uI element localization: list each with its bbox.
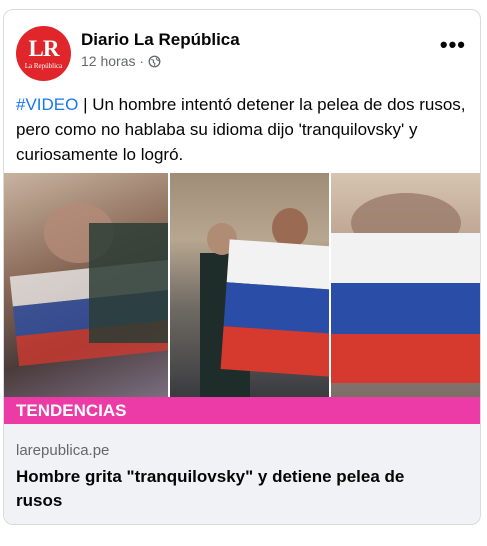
thumbnail-frame-1 — [4, 173, 169, 397]
post-meta: 12 horas · — [81, 53, 161, 69]
tendencias-badge: TENDENCIAS — [4, 397, 480, 424]
page-avatar[interactable]: LR La República — [16, 26, 71, 81]
post-header: LR La República Diario La República 12 h… — [4, 10, 480, 88]
thumbnail-frame-2 — [168, 173, 331, 397]
thumbnail-frame-3 — [330, 173, 480, 397]
link-title[interactable]: Hombre grita "tranquilovsky" y detiene p… — [16, 465, 436, 513]
post-timestamp[interactable]: 12 horas · — [81, 53, 144, 69]
post-body-text: | Un hombre intentó detener la pelea de … — [16, 95, 466, 164]
avatar-logo-subtext: La República — [24, 62, 63, 70]
globe-icon — [148, 55, 161, 67]
action-bar-partial — [0, 532, 487, 546]
page-name-link[interactable]: Diario La República — [81, 30, 240, 50]
more-options-icon[interactable]: ••• — [440, 34, 466, 56]
link-preview[interactable]: larepublica.pe Hombre grita "tranquilovs… — [4, 424, 480, 524]
video-thumbnail[interactable] — [4, 173, 480, 397]
avatar-logo-text: LR — [28, 36, 60, 61]
link-domain: larepublica.pe — [16, 442, 110, 459]
post-text: #VIDEO | Un hombre intentó detener la pe… — [16, 92, 474, 167]
post-card: LR La República Diario La República 12 h… — [3, 9, 481, 525]
hashtag-link[interactable]: #VIDEO — [16, 95, 78, 114]
